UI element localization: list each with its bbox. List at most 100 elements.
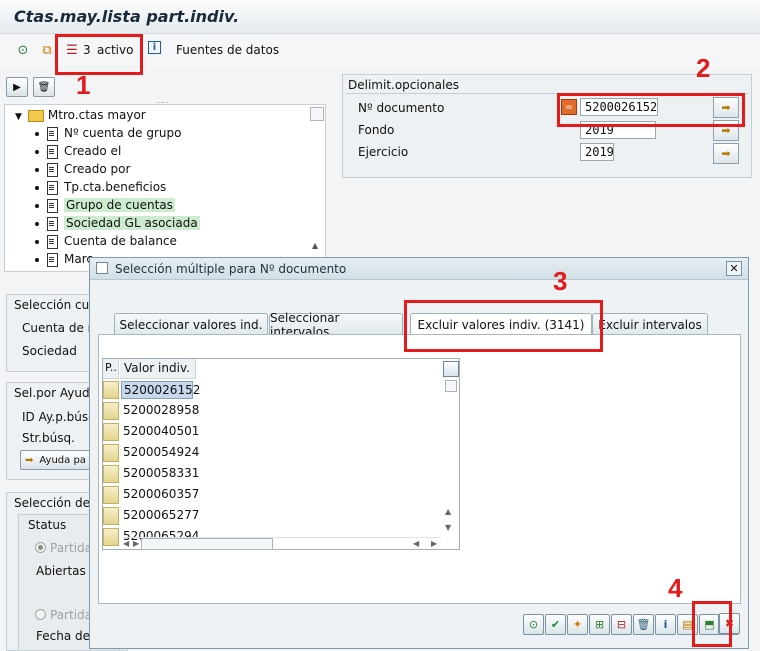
grid-cell-value[interactable]: 5200054924	[123, 445, 199, 459]
data-sources-button[interactable]: Fuentes de datos	[176, 43, 279, 57]
search-string-label: Str.búsq.	[22, 431, 75, 445]
row-selector[interactable]	[103, 528, 119, 546]
scroll-left-icon[interactable]: ◀	[123, 539, 129, 548]
multiple-selection-button-year[interactable]: ➡	[713, 143, 739, 164]
collapse-arrow-icon[interactable]: ▼	[15, 112, 22, 122]
row-selector[interactable]	[103, 465, 119, 483]
grid-settings-icon[interactable]	[443, 361, 459, 377]
doc-number-label: Nº documento	[358, 101, 445, 115]
tree-item[interactable]: Creado por	[35, 162, 130, 177]
year-input[interactable]: 2019	[580, 143, 614, 161]
cleared-items-radio[interactable]	[35, 609, 46, 620]
document-icon	[47, 198, 58, 213]
radio-dot	[38, 545, 43, 550]
row-selector[interactable]	[103, 402, 119, 420]
delete-button[interactable]: 🗑	[33, 77, 55, 97]
annotation-number-1: 1	[76, 70, 91, 100]
delimit-title: Delimit.opcionales	[348, 78, 459, 92]
grid-cell-value[interactable]: 5200028958	[123, 403, 199, 417]
scroll-right-icon[interactable]: ▶	[133, 539, 139, 548]
account-label: Cuenta de m	[22, 321, 100, 335]
accept-button[interactable]: ✔	[545, 614, 566, 635]
info-icon[interactable]: i	[148, 41, 161, 54]
annotation-box-3	[404, 300, 603, 352]
account-selection-title: Selección cue	[14, 298, 97, 312]
tab-exclude-ranges[interactable]: Excluir intervalos	[592, 313, 708, 336]
dialog-close-button[interactable]: ✕	[726, 261, 742, 276]
h-scroll-thumb[interactable]	[141, 538, 273, 550]
document-icon	[47, 162, 58, 177]
horizontal-scrollbar[interactable]: ◀ ▶ ◀ ▶	[123, 537, 441, 550]
tab-select-single-values[interactable]: Seleccionar valores ind.	[114, 313, 268, 336]
document-icon	[47, 216, 58, 231]
delete-all-button[interactable]: 🗑	[633, 614, 654, 635]
folder-icon	[27, 109, 44, 122]
scroll-up-icon[interactable]: ▲	[445, 507, 451, 516]
col-header-value[interactable]: Valor indiv.	[120, 359, 196, 379]
annotation-number-4: 4	[668, 573, 683, 603]
scroll-left-icon[interactable]: ◀	[413, 539, 419, 548]
row-selector[interactable]	[103, 381, 119, 399]
row-selector[interactable]	[103, 423, 119, 441]
grid-cell-value[interactable]: 5200040501	[123, 424, 199, 438]
insert-button[interactable]: ✦	[567, 614, 588, 635]
tree-item[interactable]: Creado el	[35, 144, 121, 159]
grid-cell-value[interactable]: 5200026152	[121, 381, 200, 399]
tree-item[interactable]: Cuenta de balance	[35, 234, 177, 249]
grid-scrollbar-thumb[interactable]	[445, 380, 457, 392]
arrow-right-icon: ➡	[25, 454, 34, 466]
row-selector[interactable]	[103, 486, 119, 504]
annotation-number-3: 3	[553, 266, 568, 296]
dialog-app-icon	[96, 262, 108, 274]
add-row-button[interactable]: ⊞	[589, 614, 610, 635]
scroll-right-icon[interactable]: ▶	[431, 539, 437, 548]
grid-cell-value[interactable]: 5200065277	[123, 508, 199, 522]
status-title: Status	[28, 518, 67, 532]
search-help-id-label: ID Ay.p.búso	[22, 410, 96, 424]
scroll-down-icon[interactable]: ▼	[445, 523, 451, 532]
trash-icon: 🗑	[636, 618, 651, 631]
info-icon: i	[663, 618, 668, 631]
grid-cell-value[interactable]: 5200058331	[123, 466, 199, 480]
window-title: Ctas.may.lista part.indiv.	[14, 7, 240, 26]
checkmark-icon: ✔	[550, 618, 561, 631]
annotation-box-4	[692, 601, 732, 647]
copy-variant-icon[interactable]: ⧉	[38, 41, 56, 59]
document-icon	[47, 144, 58, 159]
row-selector[interactable]	[103, 507, 119, 525]
document-icon	[47, 126, 58, 141]
search-help-title: Sel.por Ayuda	[14, 386, 97, 400]
tab-select-ranges[interactable]: Seleccionar intervalos	[269, 311, 403, 339]
tree-item[interactable]: Tp.cta.beneficios	[35, 180, 166, 195]
open-at-label: Abiertas e	[36, 564, 97, 578]
scroll-down-icon[interactable]: ▲	[312, 241, 318, 250]
tree-scrollbar-thumb[interactable]	[310, 107, 324, 121]
search-help-button[interactable]: ➡ Ayuda pa	[20, 450, 100, 470]
company-label: Sociedad	[22, 344, 77, 358]
expand-button[interactable]: ▶	[6, 77, 28, 97]
document-icon	[47, 180, 58, 195]
tree-root[interactable]: ▼ Mtro.ctas mayor	[15, 108, 146, 122]
values-grid: P.. Valor indiv. ▲ ▼ 5200026152 52000289…	[102, 358, 460, 550]
dialog-title: Selección múltiple para Nº documento	[115, 262, 347, 276]
clock-check-icon: ⊙	[528, 618, 539, 631]
annotation-box-1	[55, 34, 143, 75]
execute-icon[interactable]: ⊙	[14, 41, 32, 59]
document-icon	[47, 252, 58, 267]
field-tree: ▼ Mtro.ctas mayor Nº cuenta de grupo Crea…	[4, 104, 326, 272]
info-button[interactable]: i	[655, 614, 676, 635]
tree-item[interactable]: Nº cuenta de grupo	[35, 126, 181, 141]
date-label: Fecha de	[36, 629, 90, 643]
annotation-box-2	[557, 93, 745, 127]
fund-label: Fondo	[358, 123, 395, 137]
trash-icon: 🗑	[37, 81, 51, 93]
tree-item[interactable]: Grupo de cuentas	[35, 198, 175, 213]
tree-item[interactable]: Sociedad GL asociada	[35, 216, 200, 231]
col-header-p[interactable]: P..	[103, 359, 119, 379]
grid-cell-value[interactable]: 5200060357	[123, 487, 199, 501]
add-row-icon: ⊞	[594, 618, 605, 631]
row-selector[interactable]	[103, 444, 119, 462]
execute-button[interactable]: ⊙	[523, 614, 544, 635]
delete-row-button[interactable]: ⊟	[611, 614, 632, 635]
sparkle-icon: ✦	[572, 618, 583, 631]
